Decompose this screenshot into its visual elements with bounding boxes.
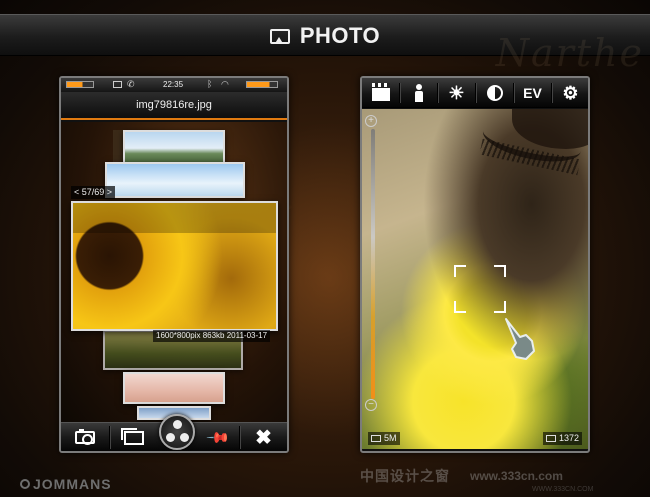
phone-icon: ✆ <box>127 79 135 89</box>
settings-button[interactable]: ⚙ <box>552 78 588 108</box>
film-reel-icon <box>173 420 182 429</box>
zoom-slider[interactable] <box>371 129 375 399</box>
file-name: img79816re.jpg <box>136 99 212 111</box>
image-size-icon <box>371 435 381 442</box>
camera-icon <box>75 429 95 445</box>
camera-viewfinder[interactable]: + − 5M 1372 <box>362 109 588 449</box>
pin-button[interactable]: 📌 <box>197 423 239 451</box>
file-name-bar: img79816re.jpg <box>61 92 287 132</box>
stage: Narthe PHOTO ✆ 22:35 ᛒ ◠ img79816re.jpg <box>0 0 650 497</box>
page-title: PHOTO <box>299 23 381 48</box>
focus-frame[interactable] <box>454 265 506 313</box>
wifi-icon: ◠ <box>221 79 229 89</box>
brand-name: JOMMANS <box>33 476 112 492</box>
close-button[interactable]: ✖ <box>240 423 287 451</box>
camera-button[interactable] <box>61 423 109 451</box>
person-icon <box>414 84 423 102</box>
header-bar: Narthe PHOTO <box>0 14 650 75</box>
photo-thumb-dancer[interactable] <box>123 372 225 404</box>
watermark: 中国设计之窗 <box>360 468 450 484</box>
gear-icon: ⚙ <box>562 82 579 103</box>
viewer-toolbar: 📌 ✖ <box>61 414 287 451</box>
status-bar: ✆ 22:35 ᛒ ◠ <box>61 78 287 92</box>
photo-carousel[interactable]: < 57/69 > 1600*800pix 863kb 2011-03-17 <box>61 122 287 422</box>
zoom-in-button[interactable]: + <box>365 115 377 127</box>
pin-icon: 📌 <box>205 425 231 451</box>
portrait-button[interactable] <box>400 78 437 108</box>
scene-button[interactable] <box>362 78 399 108</box>
clapperboard-icon <box>371 83 390 101</box>
ev-button[interactable]: EV <box>514 78 551 108</box>
camera-toolbar: ☀ EV ⚙ <box>362 78 588 108</box>
resolution-value: 5M <box>384 433 397 443</box>
contrast-button[interactable] <box>476 78 513 108</box>
brand-mark-icon <box>20 479 30 489</box>
brand-logo: JOMMANS <box>20 476 112 492</box>
contrast-icon <box>486 85 503 101</box>
watermark-url: www.333cn.com <box>470 469 563 483</box>
photo-info: 1600*800pix 863kb 2011-03-17 <box>153 330 271 342</box>
shots-remaining-value: 1372 <box>558 433 579 443</box>
battery-icon <box>246 81 278 88</box>
photo-counter[interactable]: < 57/69 > <box>71 186 116 199</box>
film-reel-button[interactable] <box>159 414 195 450</box>
ev-label: EV <box>523 85 542 101</box>
watermark-fine-print: WWW.333CN.COM <box>532 486 594 493</box>
zoom-out-button[interactable]: − <box>365 399 377 411</box>
pointing-hand-icon <box>505 318 535 360</box>
white-balance-button[interactable]: ☀ <box>438 78 475 108</box>
photo-thumb-sky[interactable] <box>105 162 245 198</box>
picture-icon <box>269 28 290 44</box>
sun-icon: ☀ <box>448 82 465 103</box>
resolution-badge[interactable]: 5M <box>368 432 400 445</box>
signal-strength-icon <box>66 81 94 88</box>
current-photo-sunflower[interactable] <box>71 201 278 331</box>
shots-remaining-badge: 1372 <box>542 432 582 445</box>
gallery-icon <box>121 427 144 445</box>
status-time: 22:35 <box>163 80 184 89</box>
bluetooth-icon: ᛒ <box>207 79 213 89</box>
camera-phone: ☀ EV ⚙ + − 5M 1372 <box>360 76 590 453</box>
photo-viewer-phone: ✆ 22:35 ᛒ ◠ img79816re.jpg < 57/69 > 160… <box>59 76 289 453</box>
mail-icon <box>113 81 122 88</box>
camera-small-icon <box>545 435 556 442</box>
close-icon: ✖ <box>255 427 272 449</box>
gallery-button[interactable] <box>110 423 158 451</box>
